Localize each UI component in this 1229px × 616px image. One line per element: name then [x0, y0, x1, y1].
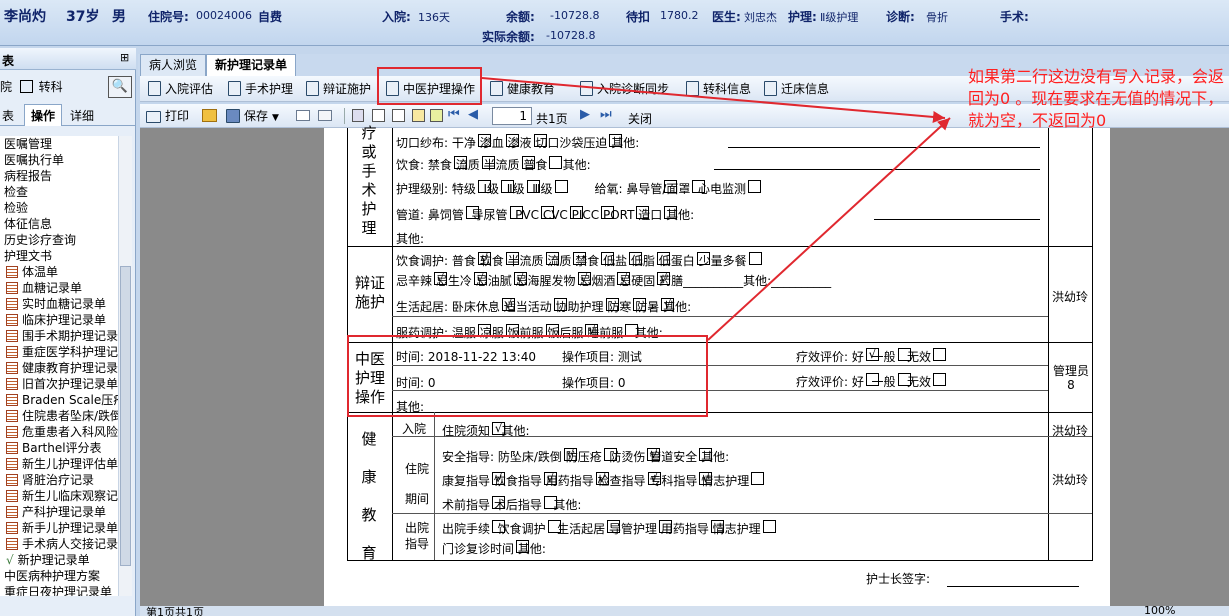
annotation-note: 如果第二行这边没有写入记录，会返回为0 。现在要求在无值的情况下，就为空，不返回… [968, 67, 1225, 130]
arrow-to-section [707, 117, 951, 341]
arrow-to-toolbar [481, 77, 946, 123]
